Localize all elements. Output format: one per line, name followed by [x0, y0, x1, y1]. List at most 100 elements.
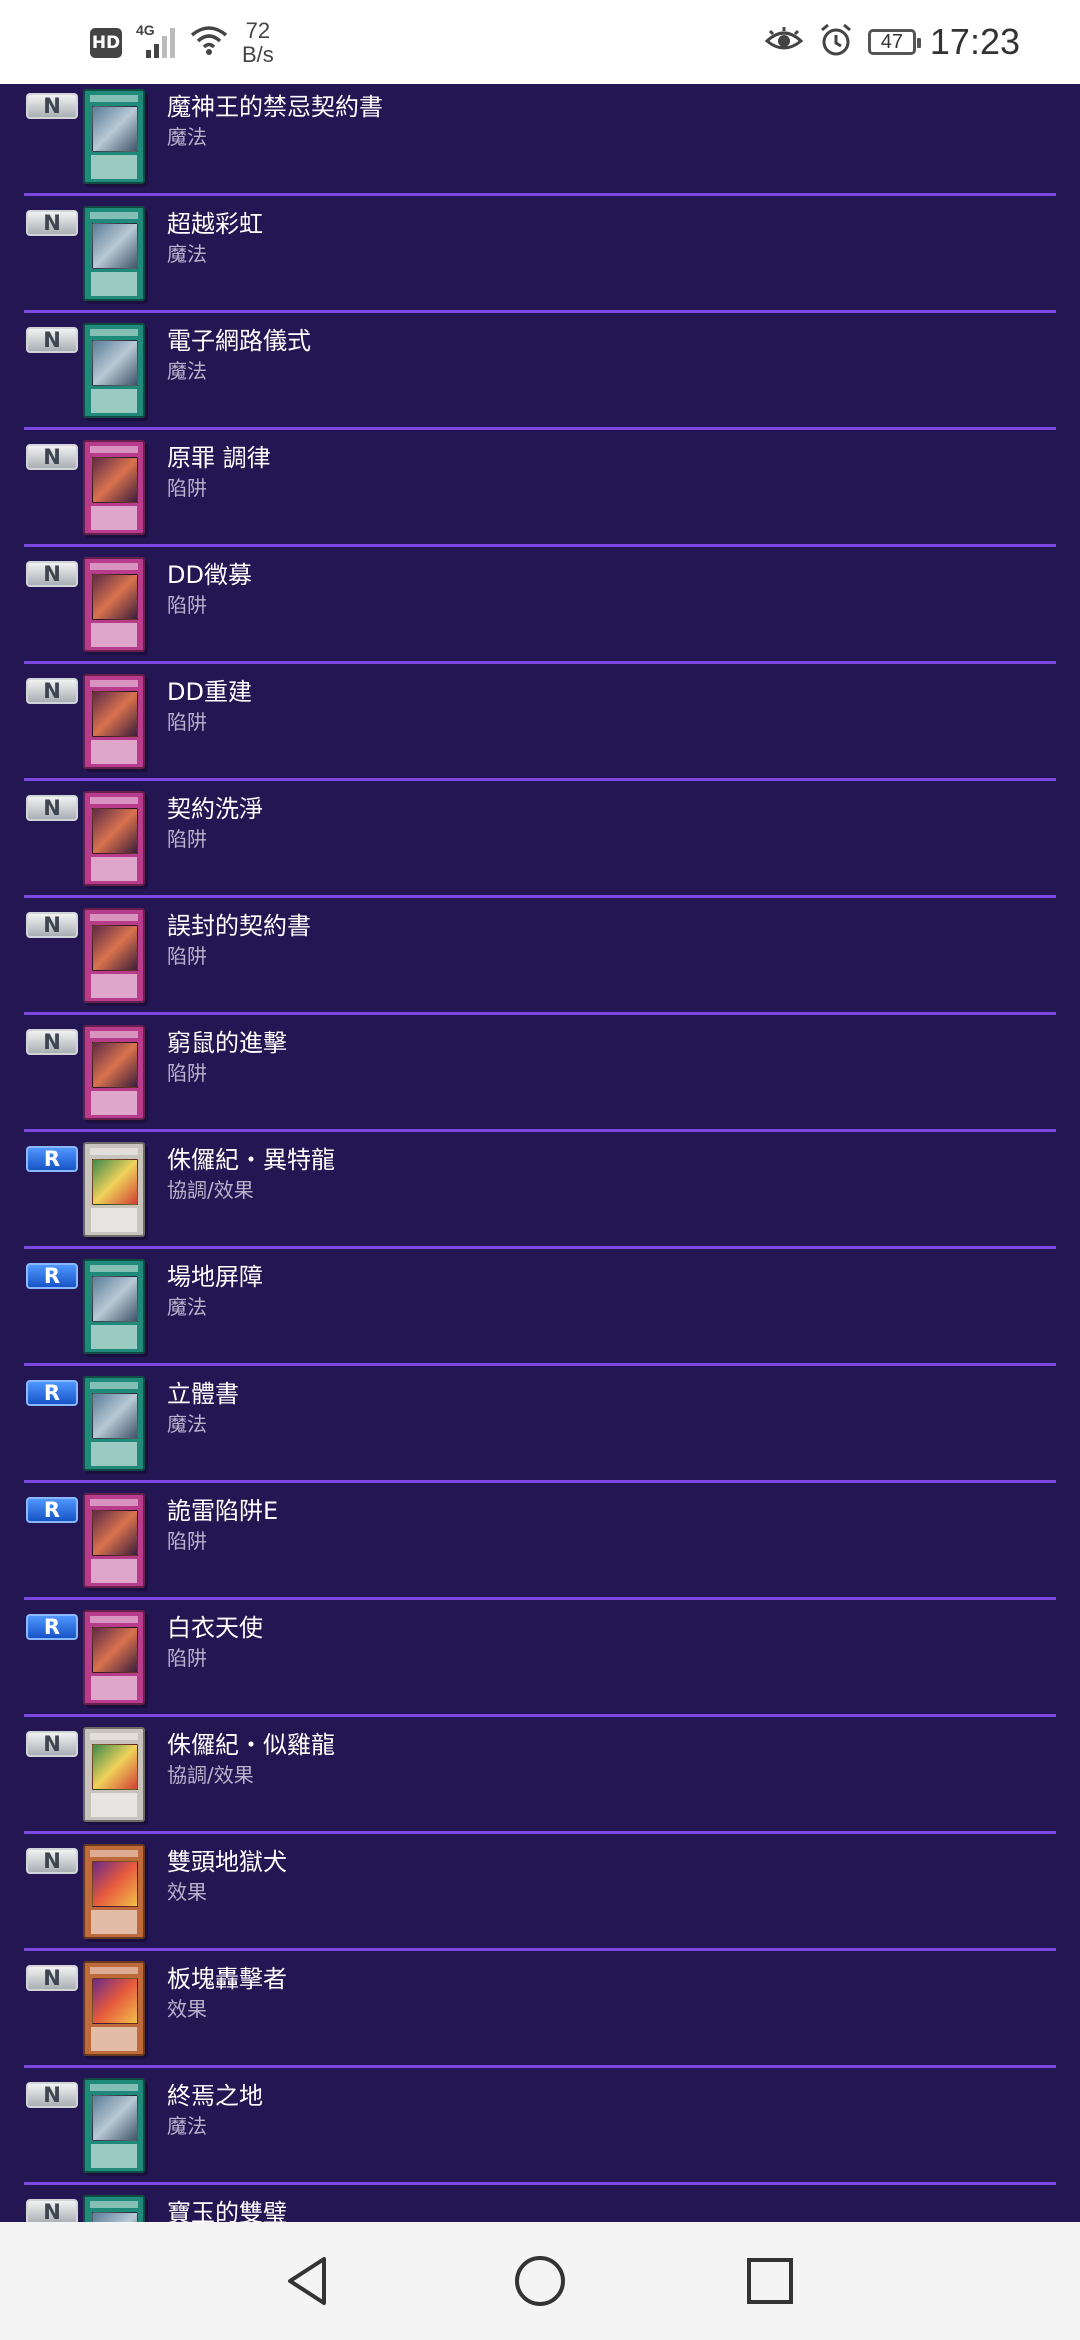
rarity-badge: R [26, 1497, 78, 1523]
card-type: 陷阱 [167, 710, 207, 734]
card-name: 窮鼠的進擊 [167, 1029, 287, 1057]
card-type: 效果 [167, 1880, 207, 1904]
card-thumbnail [83, 1844, 145, 1939]
card-name: 寶玉的雙璧 [167, 2199, 287, 2222]
card-row[interactable]: N 超越彩虹魔法 [0, 196, 1080, 313]
rarity-badge: R [26, 1380, 78, 1406]
card-thumbnail [83, 1961, 145, 2056]
card-name: DD重建 [167, 678, 252, 706]
card-type: 魔法 [167, 2114, 207, 2138]
card-name: 立體書 [167, 1380, 239, 1408]
card-thumbnail [83, 323, 145, 418]
card-row[interactable]: N 契約洗淨 陷阱 [0, 781, 1080, 898]
rarity-badge: N [26, 327, 78, 353]
card-row[interactable]: N 窮鼠的進擊 陷阱 [0, 1015, 1080, 1132]
card-type: 協調/效果 [167, 1763, 254, 1787]
card-type: 魔法 [167, 125, 207, 149]
card-thumbnail [83, 674, 145, 769]
card-row[interactable]: N 魔神王的禁忌契約書魔法 [0, 84, 1080, 196]
card-thumbnail [83, 206, 145, 301]
card-thumbnail [83, 908, 145, 1003]
rarity-badge: N [26, 1731, 78, 1757]
card-row[interactable]: N 誤封的契約書 陷阱 [0, 898, 1080, 1015]
card-thumbnail [83, 89, 145, 184]
card-name: 侏儸紀・似雞龍 [167, 1731, 335, 1759]
card-name: 板塊轟擊者 [167, 1965, 287, 1993]
card-name: 電子網路儀式 [167, 327, 311, 355]
card-name: 原罪 調律 [167, 444, 271, 472]
card-row[interactable]: R 立體書魔法 [0, 1366, 1080, 1483]
card-name: 雙頭地獄犬 [167, 1848, 287, 1876]
rarity-badge: N [26, 210, 78, 236]
card-type: 魔法 [167, 359, 207, 383]
card-row[interactable]: R 白衣天使 陷阱 [0, 1600, 1080, 1717]
network-speed: 72 B/s [242, 19, 274, 67]
card-row[interactable]: N 板塊轟擊者效果 [0, 1951, 1080, 2068]
card-name: 超越彩虹 [167, 210, 263, 238]
status-right: 47 17:23 [764, 14, 1020, 70]
card-thumbnail [83, 1142, 145, 1237]
card-row[interactable]: N DD重建陷阱 [0, 664, 1080, 781]
alarm-icon [818, 22, 854, 62]
card-type: 陷阱 [167, 593, 207, 617]
rarity-badge: N [26, 2199, 78, 2222]
wifi-icon [190, 25, 228, 61]
card-row[interactable]: N 終焉之地 魔法 [0, 2068, 1080, 2185]
card-thumbnail [83, 1727, 145, 1822]
card-name: 侏儸紀・異特龍 [167, 1146, 335, 1174]
signal-icon: 4G [136, 22, 176, 60]
rarity-badge: N [26, 93, 78, 119]
clock: 17:23 [929, 21, 1020, 62]
card-thumbnail [83, 791, 145, 886]
card-row[interactable]: R 場地屏障魔法 [0, 1249, 1080, 1366]
card-thumbnail [83, 2195, 145, 2222]
card-row[interactable]: N 原罪 調律 陷阱 [0, 430, 1080, 547]
card-type: 協調/效果 [167, 1178, 254, 1202]
rarity-badge: N [26, 444, 78, 470]
card-list[interactable]: N 魔神王的禁忌契約書 魔法 N 超越彩虹 魔法 N 電子網路儀式 魔法 N 原罪 調律 陷阱 N DD徵… [0, 84, 1080, 2222]
card-type: 魔法 [167, 242, 207, 266]
card-thumbnail [83, 557, 145, 652]
card-type: 陷阱 [167, 827, 207, 851]
card-thumbnail [83, 1610, 145, 1705]
status-bar: HD 4G 72 B/s 47 17:23 [0, 0, 1080, 84]
card-type: 陷阱 [167, 1646, 207, 1670]
navigation-bar [0, 2222, 1080, 2340]
card-row[interactable]: N 雙頭地獄犬效果 [0, 1834, 1080, 1951]
recents-square-icon [747, 2258, 793, 2304]
home-circle-icon [515, 2256, 565, 2306]
card-name: DD徵募 [167, 561, 252, 589]
card-name: 誤封的契約書 [167, 912, 311, 940]
card-row[interactable]: R 侏儸紀・異特龍 協調/效果 [0, 1132, 1080, 1249]
back-triangle-icon [288, 2257, 326, 2305]
rarity-badge: N [26, 1029, 78, 1055]
card-thumbnail [83, 1025, 145, 1120]
eye-comfort-icon [764, 25, 804, 59]
card-type: 魔法 [167, 1295, 207, 1319]
rarity-badge: N [26, 678, 78, 704]
rarity-badge: R [26, 1263, 78, 1289]
card-thumbnail [83, 1259, 145, 1354]
card-row[interactable]: N 電子網路儀式魔法 [0, 313, 1080, 430]
card-type: 魔法 [167, 1412, 207, 1436]
home-button[interactable] [480, 2222, 600, 2340]
recents-button[interactable] [710, 2222, 830, 2340]
rarity-badge: N [26, 1848, 78, 1874]
battery-indicator: 47 [867, 29, 921, 55]
network-speed-value: 72 [245, 18, 271, 43]
card-row[interactable]: N 侏儸紀・似雞龍協調/效果 [0, 1717, 1080, 1834]
network-speed-unit: B/s [242, 42, 274, 67]
card-row[interactable]: R 詭雷陷阱E 陷阱 [0, 1483, 1080, 1600]
back-button[interactable] [248, 2222, 368, 2340]
rarity-badge: N [26, 1965, 78, 1991]
card-type: 陷阱 [167, 1529, 207, 1553]
card-row[interactable]: N寶玉的雙璧魔法 [0, 2185, 1080, 2222]
rarity-badge: N [26, 2082, 78, 2108]
card-type: 陷阱 [167, 944, 207, 968]
card-name: 魔神王的禁忌契約書 [167, 93, 383, 121]
rarity-badge: R [26, 1614, 78, 1640]
card-row[interactable]: N DD徵募 陷阱 [0, 547, 1080, 664]
card-type: 效果 [167, 1997, 207, 2021]
card-name: 場地屏障 [167, 1263, 263, 1291]
card-thumbnail [83, 2078, 145, 2173]
